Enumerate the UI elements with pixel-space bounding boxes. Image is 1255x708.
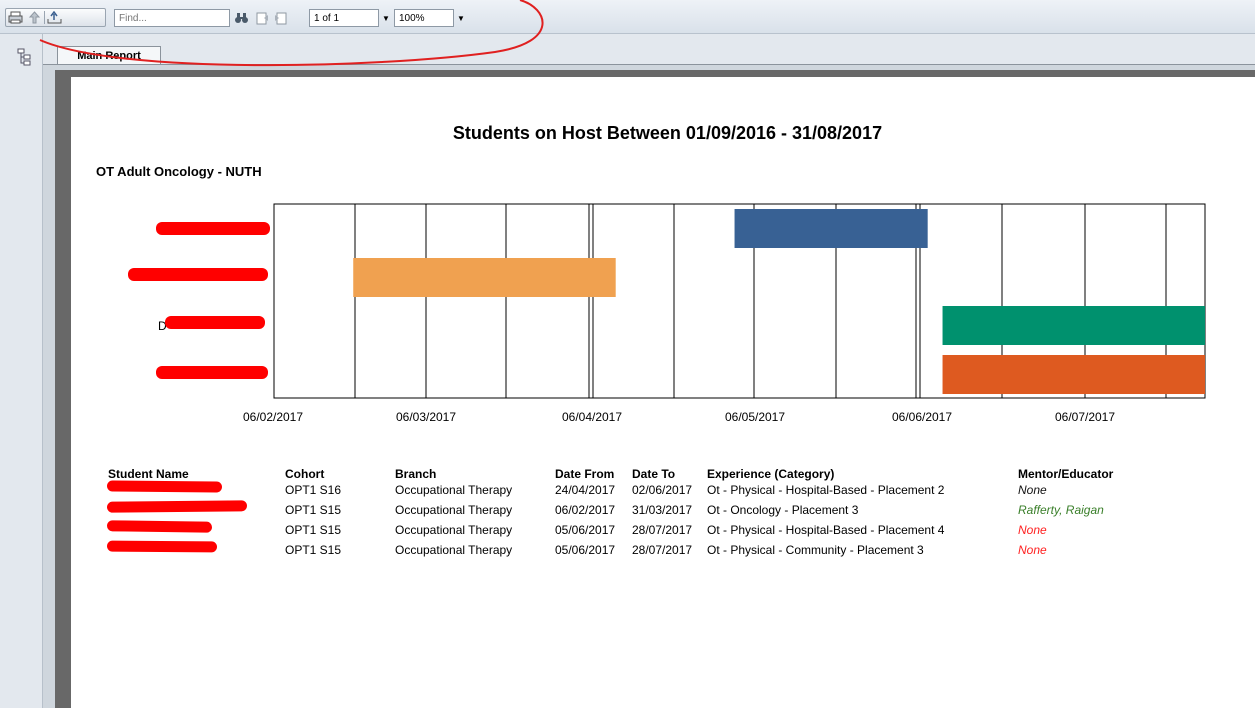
student-name-redacted xyxy=(106,480,223,493)
column-header-mentor: Mentor/Educator xyxy=(1018,467,1114,481)
row-label-redacted xyxy=(165,316,265,329)
table-cell-cohort: OPT1 S15 xyxy=(285,523,342,537)
x-tick-label: 06/04/2017 xyxy=(562,410,622,424)
table-cell-experience: Ot - Oncology - Placement 3 xyxy=(707,503,859,517)
column-header-branch: Branch xyxy=(395,467,437,481)
table-cell-branch: Occupational Therapy xyxy=(395,523,513,537)
table-cell-to: 31/03/2017 xyxy=(632,503,693,517)
table-cell-cohort: OPT1 S16 xyxy=(285,483,342,497)
table-cell-from: 24/04/2017 xyxy=(555,483,616,497)
table-cell-experience: Ot - Physical - Hospital-Based - Placeme… xyxy=(707,523,945,537)
table-cell-branch: Occupational Therapy xyxy=(395,483,513,497)
table-cell-from: 05/06/2017 xyxy=(555,523,616,537)
table-cell-mentor: Rafferty, Raigan xyxy=(1018,503,1104,517)
table-cell-from: 05/06/2017 xyxy=(555,543,616,557)
gantt-bar xyxy=(353,258,616,297)
table-cell-cohort: OPT1 S15 xyxy=(285,503,342,517)
table-cell-branch: Occupational Therapy xyxy=(395,503,513,517)
row-label-redacted xyxy=(156,366,268,379)
x-tick-label: 06/05/2017 xyxy=(725,410,785,424)
table-cell-mentor: None xyxy=(1018,523,1047,537)
table-cell-experience: Ot - Physical - Hospital-Based - Placeme… xyxy=(707,483,945,497)
row-label-redacted xyxy=(156,222,270,235)
student-name-redacted xyxy=(106,540,218,553)
column-header-student: Student Name xyxy=(108,467,189,481)
table-cell-branch: Occupational Therapy xyxy=(395,543,513,557)
column-header-experience: Experience (Category) xyxy=(707,467,835,481)
gantt-bar xyxy=(942,355,1205,394)
student-name-redacted xyxy=(106,500,248,513)
gantt-chart: 06/02/2017 06/03/2017 06/04/2017 06/05/2017… xyxy=(128,203,1206,424)
student-name-redacted xyxy=(106,520,213,533)
row-label-redacted xyxy=(128,268,268,281)
table-cell-cohort: OPT1 S15 xyxy=(285,543,342,557)
x-tick-label: 06/07/2017 xyxy=(1055,410,1115,424)
table-cell-from: 06/02/2017 xyxy=(555,503,616,517)
gantt-bar xyxy=(734,209,928,248)
table-cell-experience: Ot - Physical - Community - Placement 3 xyxy=(707,543,924,557)
table-cell-to: 28/07/2017 xyxy=(632,543,693,557)
column-header-cohort: Cohort xyxy=(285,467,325,481)
column-header-date-to: Date To xyxy=(632,467,676,481)
x-tick-label: 06/03/2017 xyxy=(396,410,456,424)
gantt-bar xyxy=(942,306,1205,345)
table-cell-to: 28/07/2017 xyxy=(632,523,693,537)
table-cell-mentor: None xyxy=(1018,483,1047,497)
column-header-date-from: Date From xyxy=(555,467,615,481)
table-cell-mentor: None xyxy=(1018,543,1047,557)
x-tick-label: 06/06/2017 xyxy=(892,410,952,424)
table-cell-to: 02/06/2017 xyxy=(632,483,693,497)
x-tick-label: 06/02/2017 xyxy=(243,410,303,424)
